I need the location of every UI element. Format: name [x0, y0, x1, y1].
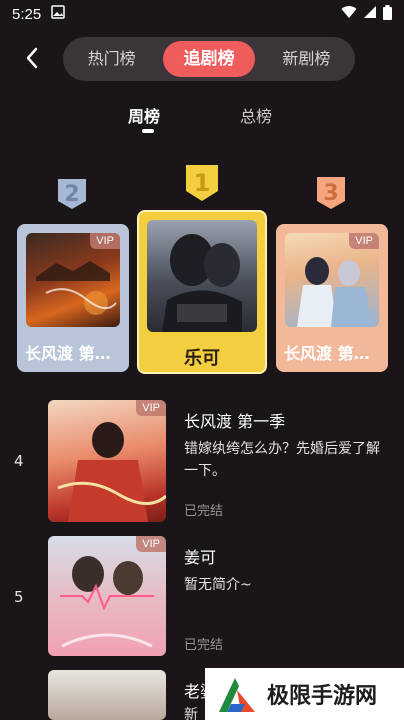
vip-badge: VIP [349, 233, 379, 249]
list-title: 姜可 [184, 548, 217, 567]
vip-badge: VIP [90, 233, 120, 249]
subtab-total[interactable]: 总榜 [240, 103, 272, 127]
podium-card-1[interactable]: 乐可 [137, 210, 267, 374]
list-item[interactable]: 4 VIP 长风渡 第一季 错嫁纨绔怎么办？先婚后爱了解一下。 已完结 [0, 400, 404, 524]
list-rank: 5 [14, 588, 24, 606]
tab-following[interactable]: 追剧榜 [163, 41, 255, 77]
wifi-icon [341, 5, 357, 23]
cover-image: VIP [285, 233, 379, 327]
list-rank: 4 [14, 452, 24, 470]
ranking-tabs: 热门榜 追剧榜 新剧榜 [63, 37, 355, 81]
signal-icon [363, 5, 377, 23]
watermark-text: 极限手游网 [267, 684, 378, 709]
cover-image [147, 220, 257, 332]
list-description: 错嫁纨绔怎么办？先婚后爱了解一下。 [184, 441, 380, 479]
tab-new[interactable]: 新剧榜 [261, 41, 352, 77]
status-bar: 5:25 [0, 0, 404, 28]
vip-badge: VIP [136, 400, 166, 416]
subtab-weekly[interactable]: 周榜 [128, 103, 160, 127]
cover-image: VIP [26, 233, 120, 327]
subtab-indicator [142, 129, 154, 133]
cover-image [48, 670, 166, 720]
image-icon [51, 5, 65, 23]
rank-badge-3: 3 [315, 175, 347, 211]
podium-title-2: 长风渡 第一季 [25, 344, 127, 363]
rank-badge-2: 2 [56, 177, 88, 211]
list-title: 长风渡 第一季 [184, 412, 286, 431]
watermark-logo-icon [219, 678, 255, 712]
podium-title-3: 长风渡 第一季 [284, 344, 386, 363]
back-button[interactable] [18, 44, 46, 72]
list-status: 已完结 [184, 638, 224, 653]
period-tabs: 周榜 总榜 [0, 103, 404, 133]
cover-image: VIP [48, 400, 166, 522]
chevron-left-icon [26, 47, 38, 69]
battery-icon [383, 4, 392, 24]
list-status: 已完结 [184, 504, 224, 519]
tab-hot[interactable]: 热门榜 [66, 41, 157, 77]
podium-card-3[interactable]: VIP 长风渡 第一季 [276, 224, 388, 372]
watermark: 极限手游网 [205, 668, 404, 720]
status-time: 5:25 [12, 5, 42, 23]
vip-badge: VIP [136, 536, 166, 552]
list-description: 暂无简介~ [184, 577, 252, 593]
cover-image: VIP [48, 536, 166, 656]
rank-badge-1: 1 [184, 163, 220, 203]
podium-card-2[interactable]: VIP 长风渡 第一季 [17, 224, 129, 372]
list-item[interactable]: 5 VIP 姜可 暂无简介~ 已完结 [0, 536, 404, 658]
podium-title-1: 乐可 [184, 348, 220, 369]
